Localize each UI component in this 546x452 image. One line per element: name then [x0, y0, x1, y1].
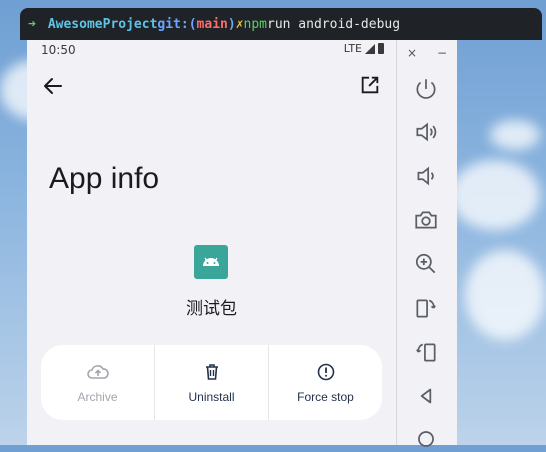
force-stop-label: Force stop — [297, 390, 354, 404]
minimize-window-button[interactable]: − — [437, 46, 447, 60]
archive-button[interactable]: Archive — [41, 345, 154, 420]
prompt-branch: main — [196, 16, 228, 32]
open-external-icon[interactable] — [359, 74, 381, 96]
battery-icon — [378, 43, 384, 54]
camera-icon[interactable] — [413, 207, 439, 233]
android-app-icon — [194, 245, 228, 279]
prompt-git-label: git:( — [157, 16, 197, 32]
back-arrow-icon[interactable] — [41, 74, 65, 98]
back-icon[interactable] — [413, 383, 439, 409]
volume-up-icon[interactable] — [413, 119, 439, 145]
network-type: LTE — [343, 42, 362, 55]
page-title: App info — [49, 162, 160, 195]
android-robot-icon — [203, 257, 219, 266]
status-bar: 10:50 LTE — [27, 40, 396, 62]
prompt-git-close: ) — [227, 16, 236, 32]
background-cloud — [450, 160, 540, 230]
zoom-in-icon[interactable] — [413, 251, 439, 277]
close-window-button[interactable]: × — [407, 46, 417, 60]
force-stop-button[interactable]: Force stop — [268, 345, 382, 420]
uninstall-button[interactable]: Uninstall — [154, 345, 268, 420]
prompt-dirty-mark: ✗ — [235, 16, 244, 32]
uninstall-label: Uninstall — [188, 390, 235, 404]
status-time: 10:50 — [41, 43, 76, 57]
rotate-left-icon[interactable] — [413, 295, 439, 321]
alert-circle-icon — [317, 363, 334, 381]
emulator-toolbar: × − — [396, 40, 457, 447]
cloud-upload-icon — [86, 365, 109, 379]
power-icon[interactable] — [413, 76, 439, 102]
prompt-project: AwesomeProject — [47, 16, 158, 32]
archive-label: Archive — [77, 390, 118, 404]
toolbar-window-controls: × − — [397, 46, 457, 60]
terminal-prompt: ➜ AwesomeProject git:(main) ✗ npm run and… — [20, 8, 542, 40]
app-actions-bar: Archive Uninstall Force stop — [41, 345, 382, 420]
signal-icon — [365, 43, 375, 54]
app-name: 测试包 — [186, 299, 237, 319]
volume-down-icon[interactable] — [413, 163, 439, 189]
status-icons: LTE — [344, 42, 384, 55]
command-npm: npm — [243, 16, 267, 32]
prompt-arrow: ➜ — [28, 16, 36, 32]
home-icon[interactable] — [413, 426, 439, 452]
background-cloud — [490, 120, 540, 150]
emulator-screen[interactable]: 10:50 LTE App info 测试包 Archive Uninstall… — [27, 40, 396, 445]
command-args: run android-debug — [267, 16, 401, 32]
trash-icon — [205, 364, 218, 380]
background-cloud — [465, 250, 545, 340]
rotate-right-icon[interactable] — [413, 339, 439, 365]
